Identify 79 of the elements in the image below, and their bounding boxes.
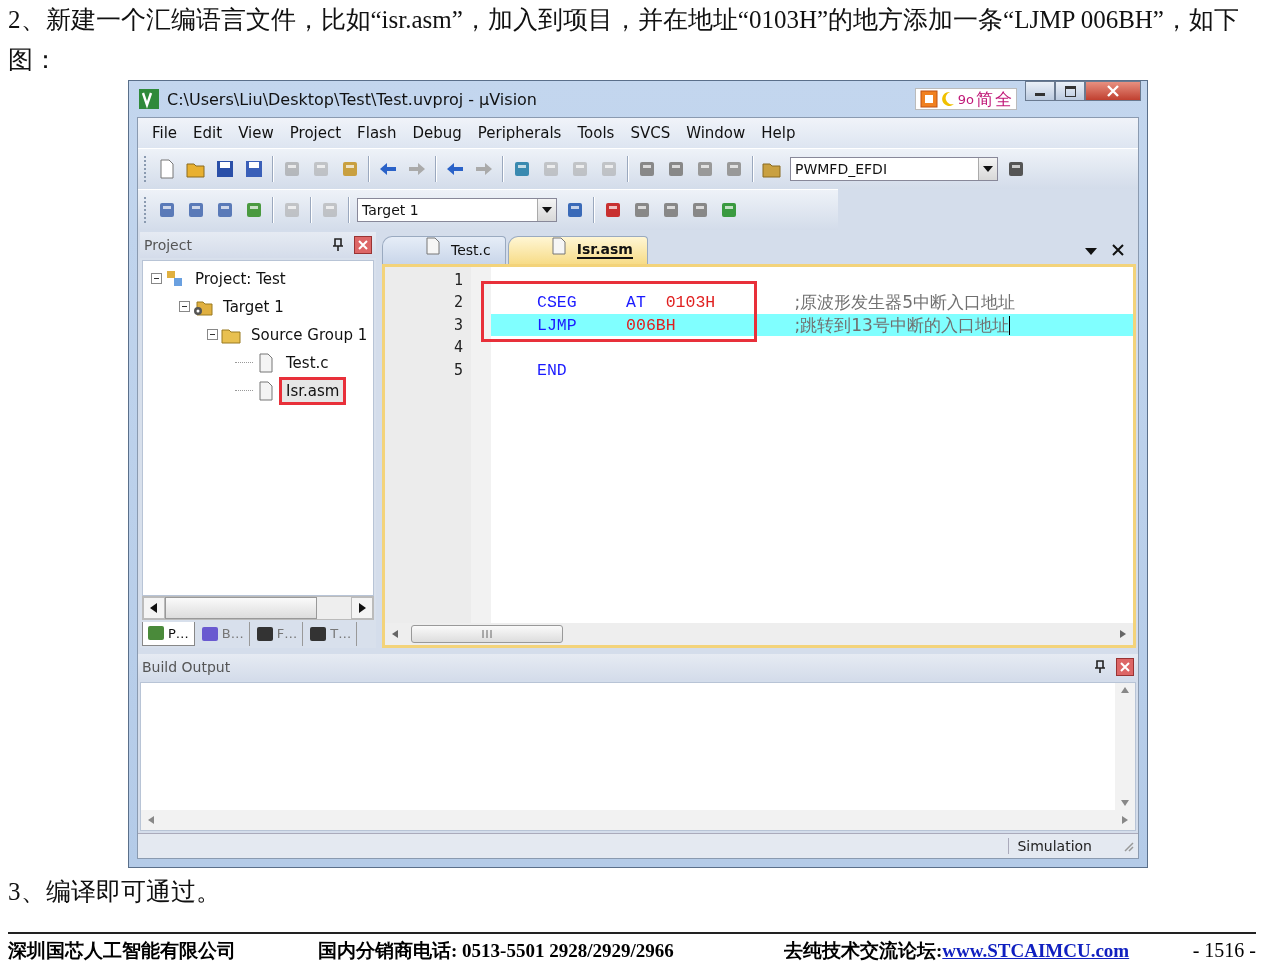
- code-keyword: END: [537, 360, 567, 380]
- file-icon: [550, 237, 567, 256]
- down-arrow-icon[interactable]: [1121, 800, 1129, 807]
- pin-icon[interactable]: [1094, 659, 1106, 674]
- tree-item[interactable]: Project: Test: [188, 264, 293, 293]
- collapse-toggle[interactable]: [179, 301, 190, 313]
- menu-item[interactable]: SVCS: [622, 123, 679, 142]
- tree-item[interactable]: Source Group 1: [244, 320, 375, 349]
- horizontal-scrollbar[interactable]: [142, 595, 374, 620]
- collapse-toggle[interactable]: [207, 329, 218, 341]
- close-button[interactable]: [1085, 81, 1141, 101]
- instruction-text: 2、新建一个汇编语言文件，比如“isr.asm”，加入到项目，并在地址“0103H”的地方添加一条“LJMP 006BH”，如下图：: [7, 5, 1240, 75]
- tree-item[interactable]: Isr.asm: [279, 376, 347, 405]
- ime-button[interactable]: 9o: [957, 91, 974, 107]
- line-number: 2: [452, 292, 464, 314]
- panel-tab[interactable]: P…: [142, 621, 195, 646]
- company-name: 深圳国芯人工智能有限公司: [8, 939, 237, 962]
- menu-item[interactable]: File: [144, 123, 186, 142]
- line-number: 5: [452, 359, 464, 381]
- instruction-text: 3、编译即可通过。: [7, 877, 222, 907]
- text-cursor: [1008, 315, 1010, 335]
- menu-item[interactable]: Help: [753, 123, 804, 142]
- left-arrow-icon[interactable]: [150, 602, 158, 613]
- project-icon: [165, 268, 185, 289]
- line-number: 3: [452, 314, 464, 336]
- app-icon: [139, 89, 159, 109]
- code-keyword: LJMP: [537, 315, 577, 335]
- code-operand: 006BH: [626, 315, 676, 335]
- line-number: 1: [452, 269, 464, 291]
- panel-tab[interactable]: T…: [305, 621, 358, 646]
- minimize-button[interactable]: [1025, 81, 1055, 101]
- grip-icon: [482, 629, 492, 638]
- editor-tab[interactable]: Isr.asm: [507, 235, 648, 264]
- target-dropdown[interactable]: Target 1: [357, 197, 557, 222]
- code-operand: AT: [626, 292, 646, 312]
- tree-item[interactable]: Test.c: [279, 348, 336, 377]
- close-icon[interactable]: [354, 235, 372, 254]
- close-icon[interactable]: [1112, 243, 1124, 256]
- panel-title: Build Output: [142, 658, 232, 675]
- editor-tab[interactable]: Test.c: [382, 235, 506, 264]
- file-icon: [256, 380, 276, 401]
- ime-button[interactable]: 简: [976, 87, 993, 111]
- code-comment: ;原波形发生器5中断入口地址: [794, 290, 1015, 314]
- menu-item[interactable]: Project: [281, 123, 350, 142]
- forum-link[interactable]: www.STCAIMCU.com: [942, 940, 1130, 962]
- phone-info: 国内分销商电话: 0513-5501 2928/2929/2966: [318, 939, 675, 962]
- status-text: Simulation: [1008, 838, 1118, 855]
- right-arrow-icon[interactable]: [358, 602, 366, 613]
- tree-item[interactable]: Target 1: [216, 292, 291, 321]
- ime-button[interactable]: 全: [995, 87, 1012, 111]
- page-number: - 1516 -: [1192, 939, 1256, 962]
- pin-icon[interactable]: [332, 237, 344, 252]
- dropdown-icon[interactable]: [1084, 245, 1098, 256]
- vertical-scrollbar[interactable]: [1115, 682, 1135, 811]
- moon-icon[interactable]: [939, 90, 956, 108]
- menu-item[interactable]: Tools: [569, 123, 623, 142]
- maximize-button[interactable]: [1055, 81, 1085, 101]
- resize-grip-icon[interactable]: [1122, 840, 1134, 853]
- forum-label: 去纯技术交流论坛:: [784, 939, 943, 962]
- code-comment: ;跳转到13号中断的入口地址: [794, 313, 1009, 337]
- close-icon[interactable]: [1116, 657, 1134, 676]
- menu-item[interactable]: Edit: [185, 123, 231, 142]
- code-keyword: CSEG: [537, 292, 577, 312]
- collapse-toggle[interactable]: [151, 273, 162, 285]
- file-icon: [425, 237, 441, 256]
- device-dropdown[interactable]: PWMFD_EFDI: [790, 156, 998, 181]
- menu-item[interactable]: Debug: [404, 123, 470, 142]
- close-icon: [1107, 85, 1119, 97]
- ime-logo-icon[interactable]: [919, 90, 938, 108]
- file-icon: [256, 352, 276, 373]
- menu-item[interactable]: Peripherals: [469, 123, 570, 142]
- code-operand: 0103H: [665, 292, 716, 312]
- panel-title: Project: [144, 236, 193, 253]
- menu-item[interactable]: Window: [678, 123, 754, 142]
- window-title: C:\Users\Liu\Desktop\Test\Test.uvproj - µVision: [167, 89, 538, 109]
- menu-item[interactable]: View: [230, 123, 282, 142]
- menu-item[interactable]: Flash: [349, 123, 405, 142]
- up-arrow-icon[interactable]: [1121, 686, 1129, 693]
- line-number: 4: [452, 337, 464, 359]
